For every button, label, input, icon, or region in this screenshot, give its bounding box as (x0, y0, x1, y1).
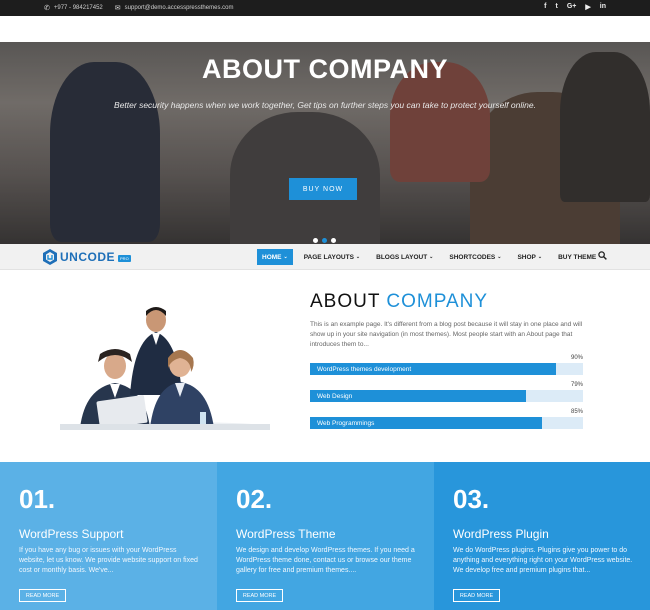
glass-shape (200, 412, 206, 424)
chevron-down-icon: ⌄ (355, 254, 361, 260)
site-logo[interactable]: UNCODE PRO (43, 249, 131, 265)
skill-percent: 85% (570, 409, 583, 415)
twitter-icon[interactable]: t (555, 3, 557, 11)
nav-item-label: BUY THEME (558, 253, 597, 261)
nav-item-shop[interactable]: SHOP ⌄ (512, 249, 547, 265)
chevron-down-icon: ⌄ (497, 254, 502, 260)
read-more-button[interactable]: READ MORE (236, 589, 283, 602)
logo-badge: PRO (118, 254, 131, 262)
google-plus-icon[interactable]: G+ (567, 3, 577, 11)
about-title: ABOUT COMPANY (310, 291, 488, 313)
search-icon[interactable] (598, 251, 607, 260)
email-address: support@demo.accesspressthemes.com (124, 5, 234, 11)
nav-item-label: PAGE LAYOUTS (303, 253, 354, 261)
nav-item-label: SHOP (517, 253, 536, 261)
nav-menu: HOME ⌄ PAGE LAYOUTS ⌄ BLOGS LAYOUT ⌄ SHO… (257, 249, 607, 265)
nav-item-label: BLOGS LAYOUT (376, 253, 428, 261)
feature-number: 01. (19, 484, 56, 514)
feature-title[interactable]: WordPress Support (19, 527, 124, 541)
skill-label: Web Programmings (317, 419, 375, 427)
skill-label: WordPress themes development (317, 365, 412, 373)
feature-number: 02. (236, 484, 273, 514)
skill-track: Web Design (310, 390, 583, 402)
feature-card-plugin: 03. WordPress Plugin We do WordPress plu… (434, 462, 650, 610)
linkedin-icon[interactable]: in (600, 3, 606, 11)
feature-number: 03. (453, 484, 490, 514)
buy-now-button[interactable]: BUY NOW (289, 178, 357, 200)
logo-text: UNCODE (60, 250, 116, 264)
envelope-icon: ✉ (114, 5, 121, 12)
skill-label: Web Design (317, 392, 353, 400)
phone-number: +977 - 984217452 (53, 5, 103, 11)
nav-item-blogs-layout[interactable]: BLOGS LAYOUT ⌄ (371, 249, 438, 265)
skill-track: WordPress themes development (310, 363, 583, 375)
about-description: This is an example page. It's different … (310, 321, 583, 348)
slider-dot[interactable] (331, 238, 336, 243)
person-back (130, 307, 182, 395)
read-more-button[interactable]: READ MORE (453, 589, 500, 602)
nav-item-home[interactable]: HOME ⌄ (257, 249, 293, 265)
business-team-image (60, 307, 270, 430)
nav-item-label: SHORTCODES (449, 253, 496, 261)
nav-item-label: HOME (262, 253, 282, 261)
contact-info: ✆ +977 - 984217452 ✉ support@demo.access… (44, 4, 233, 12)
feature-title[interactable]: WordPress Theme (236, 527, 336, 541)
email-contact[interactable]: ✉ support@demo.accesspressthemes.com (115, 4, 234, 12)
chevron-down-icon: ⌄ (283, 254, 288, 260)
read-more-button[interactable]: READ MORE (19, 589, 66, 602)
hero-subtitle: Better security happens when we work tog… (114, 100, 536, 110)
desk-shape (60, 424, 270, 430)
feature-card-theme: 02. WordPress Theme We design and develo… (217, 462, 434, 610)
phone-icon: ✆ (44, 5, 50, 12)
skill-percent: 90% (570, 355, 583, 361)
social-links: f t G+ ▶ in (544, 3, 606, 11)
feature-description: We design and develop WordPress themes. … (236, 547, 415, 574)
about-title-main: ABOUT (310, 291, 381, 312)
feature-title[interactable]: WordPress Plugin (453, 527, 549, 541)
about-title-accent: COMPANY (386, 291, 489, 312)
skill-track: Web Programmings (310, 417, 583, 429)
logo-hexagon-icon (43, 249, 57, 265)
feature-description: If you have any bug or issues with your … (19, 547, 198, 574)
chevron-down-icon: ⌄ (537, 254, 543, 260)
youtube-icon[interactable]: ▶ (585, 3, 590, 11)
skill-fill: WordPress themes development (310, 363, 556, 375)
hero-title: ABOUT COMPANY (202, 54, 448, 84)
nav-item-shortcodes[interactable]: SHORTCODES ⌄ (444, 249, 506, 265)
skill-percent: 79% (570, 382, 583, 388)
skill-fill: Web Programmings (310, 417, 543, 429)
slider-dots (313, 238, 336, 243)
phone-contact[interactable]: ✆ +977 - 984217452 (44, 4, 103, 12)
slider-dot[interactable] (313, 238, 318, 243)
slider-dot-active[interactable] (322, 238, 327, 243)
facebook-icon[interactable]: f (544, 3, 546, 11)
skill-fill: Web Design (310, 390, 526, 402)
chevron-down-icon: ⌄ (429, 254, 434, 260)
feature-description: We do WordPress plugins. Plugins give yo… (453, 547, 633, 574)
main-navigation: UNCODE PRO HOME ⌄ PAGE LAYOUTS ⌄ BLOGS L… (0, 244, 650, 270)
nav-item-page-layouts[interactable]: PAGE LAYOUTS ⌄ (299, 249, 365, 265)
features-section: 01. WordPress Support If you have any bu… (0, 462, 650, 610)
nav-item-buy-theme[interactable]: BUY THEME (553, 249, 601, 265)
top-bar: ✆ +977 - 984217452 ✉ support@demo.access… (0, 0, 650, 16)
feature-card-support: 01. WordPress Support If you have any bu… (0, 462, 217, 610)
